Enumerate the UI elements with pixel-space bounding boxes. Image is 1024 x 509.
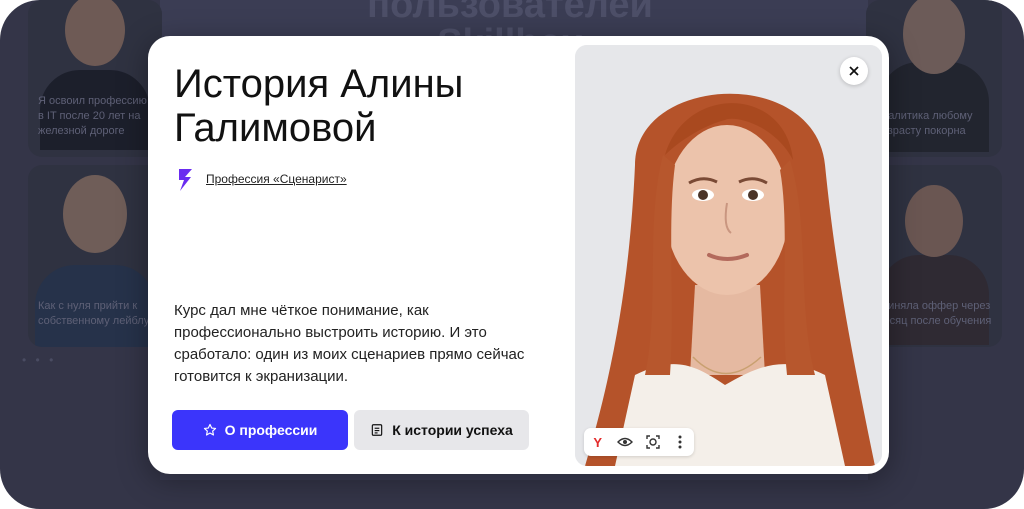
story-card-caption: приняла оффер через месяц после обучения (876, 300, 992, 327)
star-icon (203, 423, 216, 436)
background-headline-line1: пользователей (367, 0, 653, 26)
story-card[interactable]: Я освоил профессию в IT после 20 лет на … (28, 0, 162, 157)
story-card[interactable]: Как с нуля прийти к собственному лейблу (28, 165, 162, 347)
story-card-caption: Я освоил профессию в IT после 20 лет на … (38, 95, 147, 137)
profession-link[interactable]: Профессия «Сценарист» (206, 172, 347, 186)
story-title-line1: История Алины (174, 62, 464, 106)
story-card-caption: аналитика любому возрасту покорна (876, 110, 973, 137)
lens-search-button[interactable] (642, 431, 664, 453)
skillbox-logo-icon (179, 169, 192, 191)
eye-icon (617, 437, 634, 447)
story-quote: Курс дал мне чёткое понимание, как профе… (174, 302, 525, 385)
pagination-dots: • • • (22, 353, 57, 367)
success-story-modal: История Алины Галимовой Профессия «Сцена… (148, 36, 889, 474)
story-card-caption: Как с нуля прийти к собственному лейблу (38, 300, 150, 327)
to-success-story-label: К истории успеха (392, 422, 513, 438)
eye-button[interactable] (614, 431, 636, 453)
more-button[interactable] (669, 431, 691, 453)
document-icon (371, 424, 383, 436)
lens-search-icon (646, 435, 660, 449)
portrait-illustration (575, 45, 882, 466)
about-profession-button[interactable]: О профессии (172, 410, 348, 450)
story-title: История Алины Галимовой (174, 62, 554, 150)
about-profession-label: О профессии (224, 422, 318, 438)
yandex-logo-button[interactable]: Y (587, 431, 609, 453)
story-title-line2: Галимовой (174, 106, 377, 150)
more-vertical-icon (678, 435, 682, 449)
image-toolbar: Y (584, 428, 694, 456)
close-button[interactable] (840, 57, 868, 85)
to-success-story-button[interactable]: К истории успеха (354, 410, 529, 450)
screenshot-frame: пользователей Skillbox Я освоил професси… (0, 0, 1024, 509)
close-icon (849, 66, 859, 76)
portrait-photo (575, 45, 882, 466)
